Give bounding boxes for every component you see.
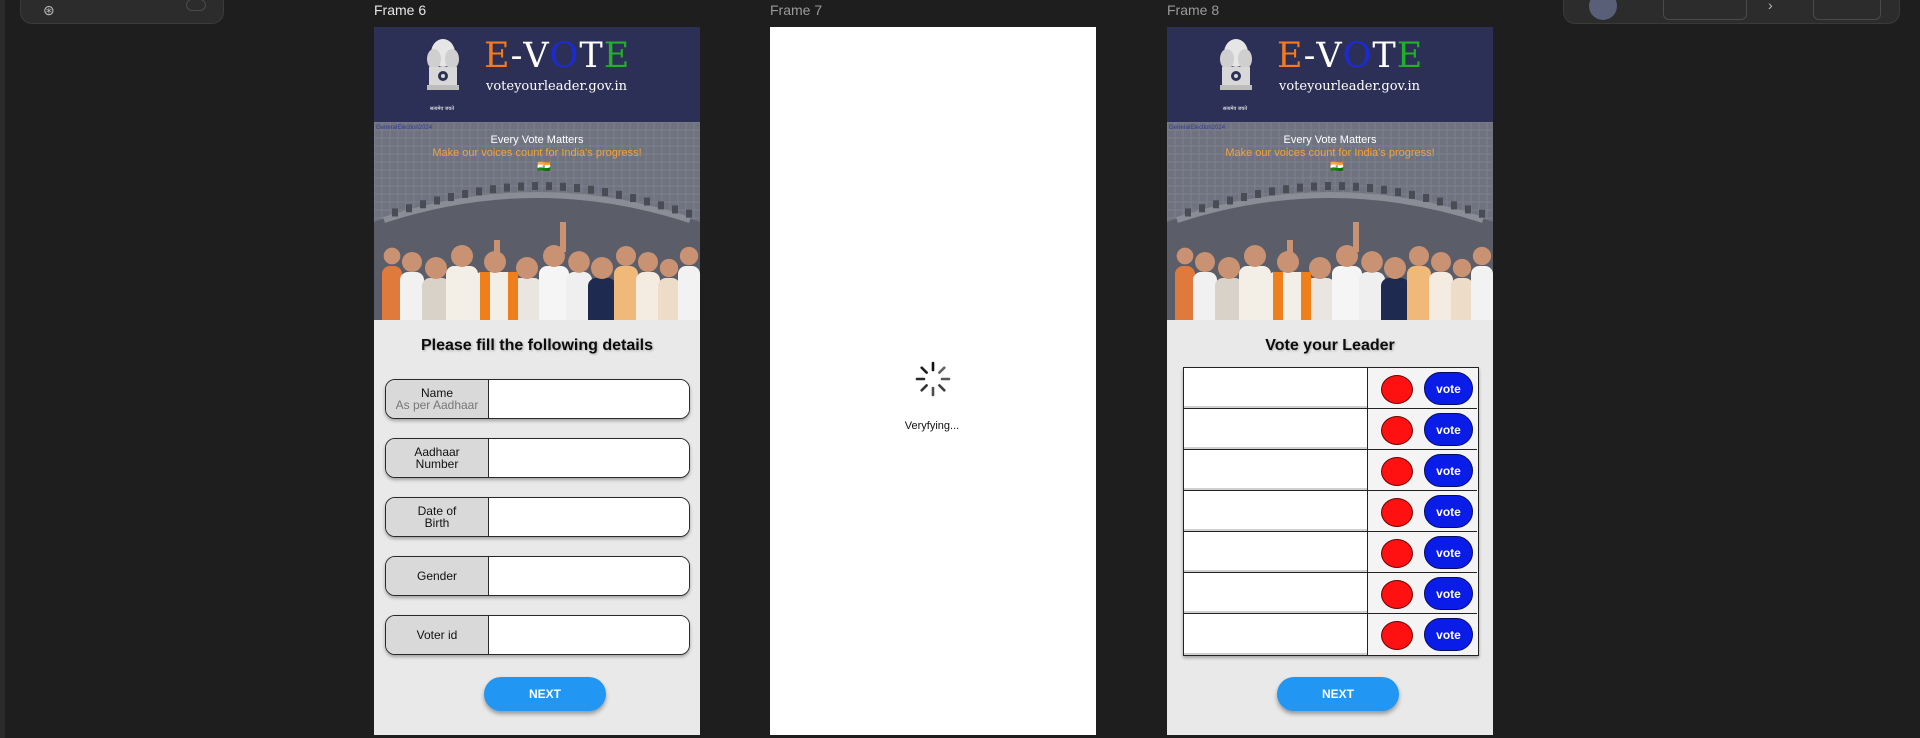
national-emblem-icon: [427, 39, 459, 90]
name-field-hint: As per Aadhaar: [395, 398, 479, 412]
vote-indicator-light: [1381, 580, 1413, 609]
ballot-row: vote: [1184, 573, 1477, 614]
hashtag: GeneralElection2024: [376, 125, 433, 131]
vote-button[interactable]: vote: [1424, 536, 1473, 569]
canvas-left-rail: [0, 0, 5, 738]
frame-7-label[interactable]: Frame 7: [770, 2, 822, 18]
avatar[interactable]: [1589, 0, 1617, 20]
candidate-cell: [1184, 409, 1368, 449]
app-header: सत्यमेव जयते E-VOTE voteyourleader.gov.i…: [1167, 27, 1493, 122]
dob-field-label: Date of Birth: [386, 498, 489, 536]
toolbar-search-icon[interactable]: ⊛: [43, 2, 55, 19]
logo-letter: E: [484, 36, 511, 76]
toolbar-panel-icon[interactable]: [186, 0, 206, 11]
hero-banner: GeneralElection2024 Every Vote Matters M…: [1167, 122, 1493, 320]
vote-button[interactable]: vote: [1424, 454, 1473, 487]
voter-id-field[interactable]: Voter id: [385, 615, 690, 655]
evote-logo: E-VOTE: [484, 36, 630, 76]
voter-id-field-label: Voter id: [386, 616, 489, 654]
frame-7-verifying[interactable]: Veryfying...: [770, 27, 1096, 735]
aadhaar-field-label: Aadhaar Number: [386, 439, 489, 477]
vote-button[interactable]: vote: [1424, 577, 1473, 610]
candidate-cell: [1184, 614, 1368, 655]
tagline-main: Every Vote Matters: [490, 134, 584, 146]
logo-letter: T: [579, 36, 604, 76]
loading-spinner-icon: [915, 361, 951, 397]
logo-letter: T: [1372, 36, 1397, 76]
logo-letter: -: [510, 36, 524, 76]
ballot-row: vote: [1184, 368, 1477, 409]
vote-button[interactable]: vote: [1424, 372, 1473, 405]
logo-letter: E: [1396, 36, 1424, 76]
logo-letter: V: [1316, 36, 1343, 76]
frame-6-details-form[interactable]: सत्यमेव जयते E-VOTE voteyourleader.gov.i…: [374, 27, 700, 735]
candidate-cell: [1184, 368, 1368, 408]
play-icon[interactable]: ›: [1768, 0, 1773, 13]
site-url: voteyourleader.gov.in: [486, 79, 627, 94]
vote-indicator-light: [1381, 498, 1413, 527]
india-flag-icon: 🇮🇳: [1330, 161, 1344, 173]
ballot-row: vote: [1184, 491, 1477, 532]
ballot-row: vote: [1184, 614, 1477, 655]
vote-indicator-light: [1381, 621, 1413, 650]
vote-indicator-light: [1381, 539, 1413, 568]
logo-letter: O: [549, 36, 580, 76]
form-title: Please fill the following details: [420, 337, 654, 354]
form-next-button[interactable]: NEXT: [484, 677, 606, 711]
toolbar-panel-left: ⊛: [20, 0, 224, 24]
gender-field[interactable]: Gender: [385, 556, 690, 596]
vote-indicator-light: [1381, 416, 1413, 445]
voter-id-input[interactable]: [490, 616, 689, 654]
site-url: voteyourleader.gov.in: [1279, 79, 1420, 94]
verifying-status-text: Veryfying...: [904, 420, 960, 432]
frame-6-label[interactable]: Frame 6: [374, 2, 426, 18]
logo-letter: E: [1277, 36, 1304, 76]
ballot-row: vote: [1184, 409, 1477, 450]
vote-indicator-light: [1381, 375, 1413, 404]
tagline-main: Every Vote Matters: [1283, 134, 1377, 146]
share-button[interactable]: [1663, 0, 1747, 20]
candidate-cell: [1184, 532, 1368, 572]
zoom-control[interactable]: [1813, 0, 1881, 20]
tagline-sub: Make our voices count for India's progre…: [1225, 147, 1435, 159]
ballot-title: Vote your Leader: [1265, 337, 1395, 354]
ballot-next-button[interactable]: NEXT: [1277, 677, 1399, 711]
vote-indicator-light: [1381, 457, 1413, 486]
candidate-cell: [1184, 450, 1368, 490]
ballot-row: vote: [1184, 532, 1477, 573]
gender-field-label: Gender: [386, 557, 489, 595]
tagline-sub: Make our voices count for India's progre…: [432, 147, 642, 159]
logo-letter: O: [1342, 36, 1373, 76]
gender-input[interactable]: [490, 557, 689, 595]
aadhaar-field[interactable]: Aadhaar Number: [385, 438, 690, 478]
candidate-cell: [1184, 573, 1368, 613]
vote-button[interactable]: vote: [1424, 495, 1473, 528]
emblem-caption: सत्यमेव जयते: [1222, 106, 1248, 112]
logo-letter: V: [523, 36, 550, 76]
frame-8-ballot[interactable]: सत्यमेव जयते E-VOTE voteyourleader.gov.i…: [1167, 27, 1493, 735]
evote-logo: E-VOTE: [1277, 36, 1423, 76]
ballot-table: vote vote vote vote vote vote vote: [1183, 367, 1479, 656]
name-field-label: Name As per Aadhaar: [386, 380, 489, 418]
dob-input[interactable]: [490, 498, 689, 536]
app-header: सत्यमेव जयते E-VOTE voteyourleader.gov.i…: [374, 27, 700, 122]
name-field[interactable]: Name As per Aadhaar: [385, 379, 690, 419]
ballot-row: vote: [1184, 450, 1477, 491]
logo-letter: -: [1303, 36, 1317, 76]
frame-8-label[interactable]: Frame 8: [1167, 2, 1219, 18]
name-input[interactable]: [490, 380, 689, 418]
emblem-caption: सत्यमेव जयते: [429, 106, 455, 112]
hashtag: GeneralElection2024: [1169, 125, 1226, 131]
india-flag-icon: 🇮🇳: [537, 161, 551, 173]
candidate-cell: [1184, 491, 1368, 531]
national-emblem-icon: [1220, 39, 1252, 90]
vote-button[interactable]: vote: [1424, 618, 1473, 651]
vote-button[interactable]: vote: [1424, 413, 1473, 446]
hero-banner: GeneralElection2024 Every Vote Matters M…: [374, 122, 700, 320]
aadhaar-input[interactable]: [490, 439, 689, 477]
logo-letter: E: [603, 36, 631, 76]
toolbar-panel-right: ›: [1563, 0, 1900, 24]
dob-field[interactable]: Date of Birth: [385, 497, 690, 537]
